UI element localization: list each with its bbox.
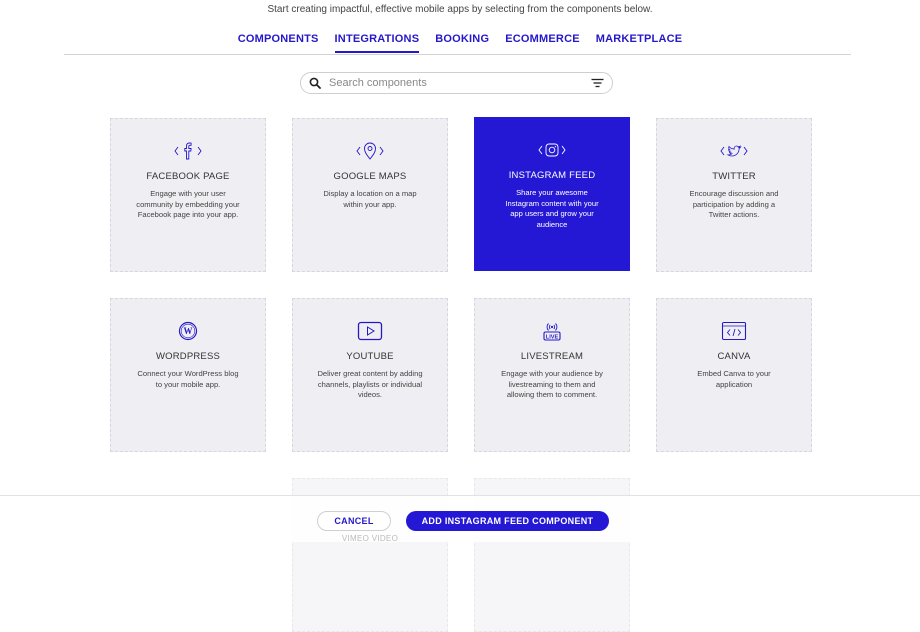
add-component-button[interactable]: ADD INSTAGRAM FEED COMPONENT	[406, 511, 609, 531]
card-description: Deliver great content by adding channels…	[317, 369, 423, 399]
card-title-partial: VIMEO VIDEO	[341, 534, 399, 543]
svg-text:LIVE: LIVE	[546, 334, 559, 340]
tab-components[interactable]: COMPONENTS	[238, 33, 319, 53]
card-description: Encourage discussion and participation b…	[689, 189, 779, 219]
card-title: TWITTER	[712, 171, 756, 182]
map-pin-icon	[356, 142, 384, 160]
wordpress-icon: W	[178, 321, 198, 341]
search-icon	[309, 77, 321, 89]
cancel-button[interactable]: CANCEL	[317, 511, 391, 531]
search-bar	[300, 72, 613, 94]
card-title: WORDPRESS	[155, 351, 221, 362]
tab-ecommerce[interactable]: ECOMMERCE	[505, 33, 580, 53]
card-title: INSTAGRAM FEED	[508, 170, 596, 181]
search-input[interactable]	[327, 76, 591, 90]
card-description: Display a location on a map within your …	[323, 189, 417, 209]
card-twitter[interactable]: TWITTER Encourage discussion and partici…	[656, 118, 812, 272]
filter-icon[interactable]	[591, 78, 604, 88]
card-title: LIVESTREAM	[520, 351, 584, 362]
canva-code-icon	[721, 321, 747, 341]
tab-integrations[interactable]: INTEGRATIONS	[334, 33, 420, 53]
card-title: CANVA	[717, 351, 751, 362]
card-title: GOOGLE MAPS	[333, 171, 407, 182]
card-title: YOUTUBE	[346, 351, 394, 362]
footer-bar: CANCEL ADD INSTAGRAM FEED COMPONENT	[0, 495, 920, 542]
tab-marketplace[interactable]: MARKETPLACE	[596, 33, 683, 53]
page-subtitle: Start creating impactful, effective mobi…	[267, 4, 653, 15]
tab-booking[interactable]: BOOKING	[435, 33, 489, 53]
card-description: Share your awesome Instagram content wit…	[505, 188, 599, 229]
card-title: FACEBOOK PAGE	[146, 171, 230, 182]
svg-text:W: W	[184, 326, 193, 336]
card-description: Engage with your user community by embed…	[136, 189, 240, 219]
card-canva[interactable]: CANVA Embed Canva to your application	[656, 298, 812, 452]
twitter-icon	[720, 145, 748, 157]
card-google-maps[interactable]: GOOGLE MAPS Display a location on a map …	[292, 118, 448, 272]
card-description: Connect your WordPress blog to your mobi…	[137, 369, 239, 389]
livestream-icon: LIVE	[543, 323, 561, 341]
card-instagram-feed[interactable]: INSTAGRAM FEED Share your awesome Instag…	[474, 117, 630, 271]
card-youtube[interactable]: YOUTUBE Deliver great content by adding …	[292, 298, 448, 452]
category-tabs: COMPONENTS INTEGRATIONS BOOKING ECOMMERC…	[0, 33, 920, 53]
card-description: Embed Canva to your application	[697, 369, 771, 389]
card-livestream[interactable]: LIVE LIVESTREAM Engage with your audienc…	[474, 298, 630, 452]
tabs-divider	[64, 54, 851, 55]
facebook-icon	[174, 142, 202, 160]
card-facebook-page[interactable]: FACEBOOK PAGE Engage with your user comm…	[110, 118, 266, 272]
card-description: Engage with your audience by livestreami…	[501, 369, 603, 399]
card-wordpress[interactable]: W WORDPRESS Connect your WordPress blog …	[110, 298, 266, 452]
instagram-icon	[538, 143, 566, 157]
youtube-icon	[357, 321, 383, 341]
